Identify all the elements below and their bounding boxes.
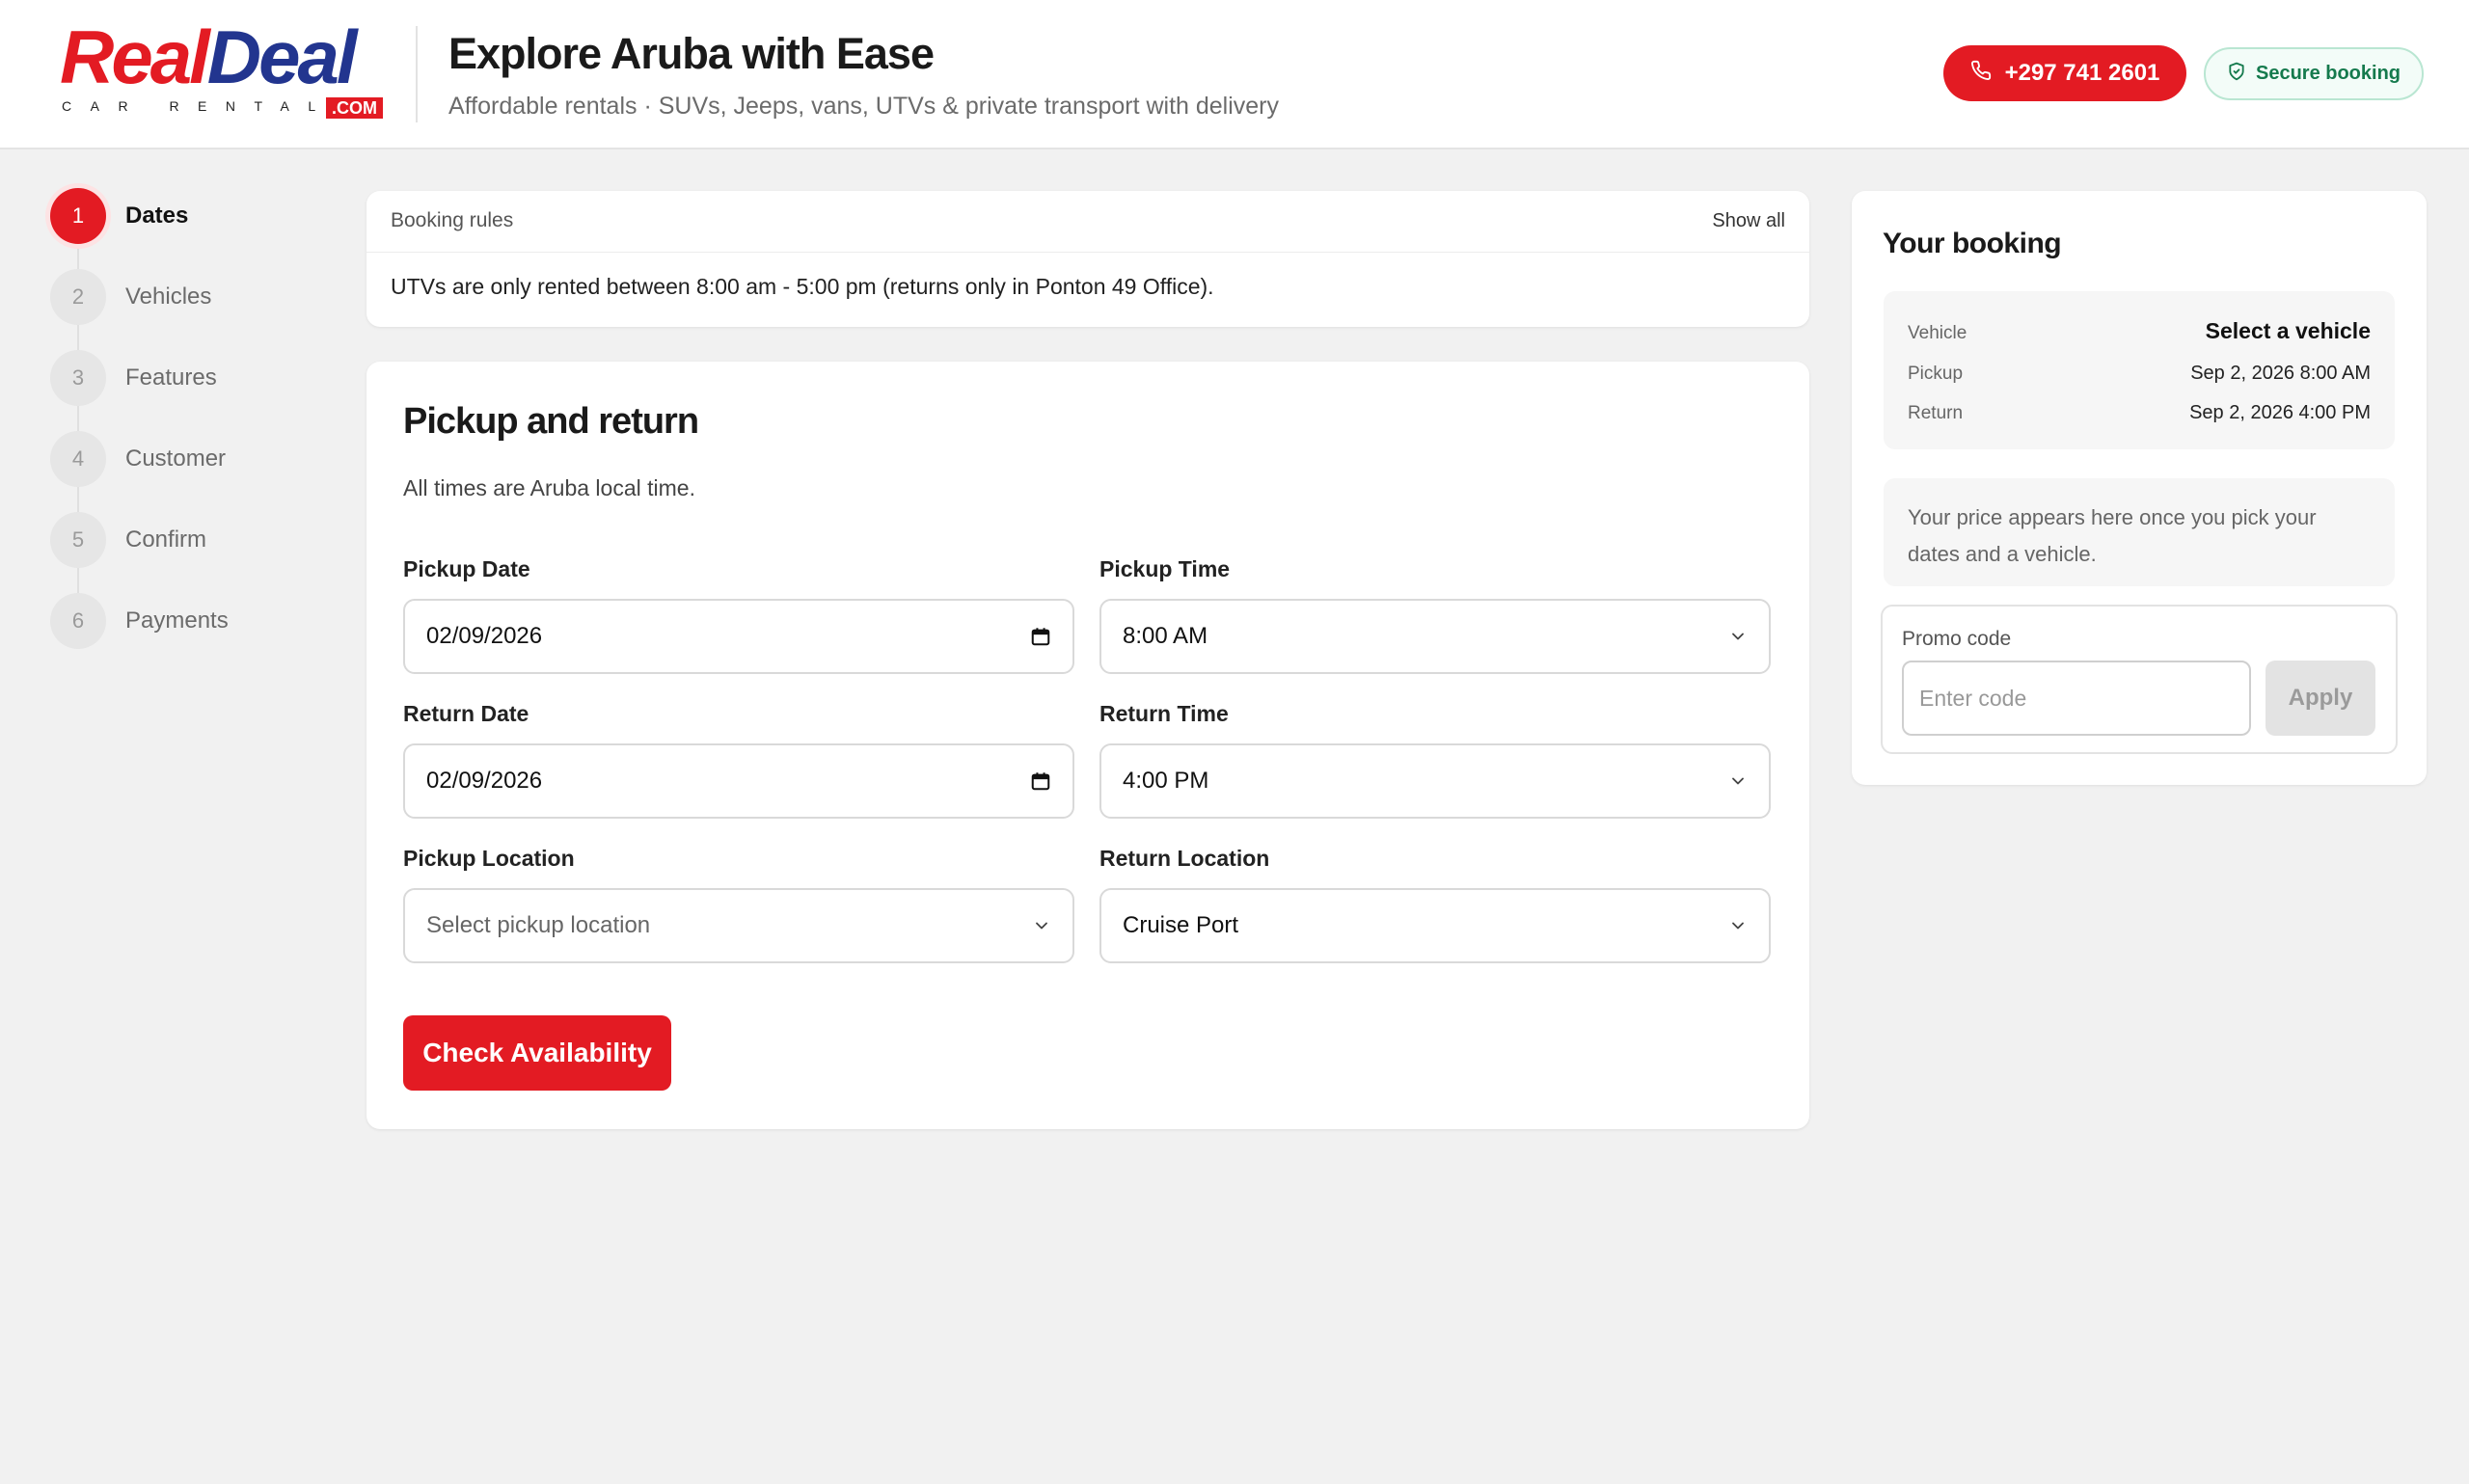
form-title: Pickup and return	[403, 401, 699, 442]
apply-promo-button[interactable]: Apply	[2266, 661, 2375, 736]
logo-com-badge: .COM	[326, 97, 383, 119]
pickup-date-label: Pickup Date	[403, 556, 530, 581]
step-number: 3	[50, 350, 106, 406]
summary-pickup-value: Sep 2, 2026 8:00 AM	[2190, 363, 2371, 384]
return-date-input[interactable]: 02/09/2026	[403, 743, 1074, 819]
phone-number: +297 741 2601	[2004, 60, 2160, 86]
step-vehicles[interactable]: 2 Vehicles	[50, 269, 301, 327]
booking-rule-text: UTVs are only rented between 8:00 am - 5…	[391, 274, 1214, 299]
pickup-time-value: 8:00 AM	[1123, 623, 1208, 649]
return-location-value: Cruise Port	[1123, 912, 1239, 938]
call-phone-button[interactable]: +297 741 2601	[1943, 45, 2186, 101]
summary-key: Vehicle	[1908, 323, 1967, 343]
step-dates[interactable]: 1 Dates	[50, 188, 301, 246]
header-divider	[416, 26, 418, 122]
secure-booking-badge: Secure booking	[2204, 47, 2424, 100]
booking-summary-card: Your booking Vehicle Select a vehicle Pi…	[1852, 191, 2427, 785]
chevron-down-icon	[1728, 771, 1748, 791]
logo-wordmark: RealDeal	[60, 14, 358, 99]
show-all-rules-link[interactable]: Show all	[1712, 210, 1785, 232]
page-title: Explore Aruba with Ease	[448, 29, 935, 78]
pickup-location-placeholder: Select pickup location	[426, 912, 651, 938]
summary-key: Return	[1908, 403, 1964, 423]
step-label: Vehicles	[125, 283, 212, 310]
chevron-down-icon	[1032, 916, 1051, 935]
pickup-date-value: 02/09/2026	[426, 623, 543, 649]
summary-return-value: Sep 2, 2026 4:00 PM	[2189, 402, 2371, 423]
pickup-location-select[interactable]: Select pickup location	[403, 888, 1074, 963]
logo-tagline: CAR RENTAL	[62, 98, 335, 114]
pickup-time-label: Pickup Time	[1099, 556, 1231, 581]
booking-rules-title: Booking rules	[391, 209, 514, 231]
step-label: Dates	[125, 202, 189, 229]
step-number: 5	[50, 512, 106, 568]
step-features[interactable]: 3 Features	[50, 350, 301, 408]
promo-code-label: Promo code	[1902, 628, 2012, 650]
calendar-icon[interactable]	[1030, 770, 1051, 792]
realdeal-logo[interactable]: RealDeal CAR RENTAL .COM	[60, 19, 388, 121]
booking-steps: 1 Dates 2 Vehicles 3 Features 4 Customer…	[50, 188, 301, 651]
chevron-down-icon	[1728, 916, 1748, 935]
step-label: Payments	[125, 607, 229, 634]
timezone-note: All times are Aruba local time.	[403, 475, 695, 500]
promo-code-input[interactable]	[1902, 661, 2251, 736]
return-time-value: 4:00 PM	[1123, 768, 1209, 794]
phone-icon	[1970, 60, 1992, 88]
return-time-label: Return Time	[1099, 701, 1229, 726]
pickup-return-card: Pickup and return All times are Aruba lo…	[366, 362, 1809, 1129]
return-location-label: Return Location	[1099, 846, 1270, 871]
site-header: RealDeal CAR RENTAL .COM Explore Aruba w…	[0, 0, 2469, 149]
step-label: Customer	[125, 445, 227, 472]
step-label: Features	[125, 364, 217, 391]
booking-rules-card: Booking rules Show all UTVs are only ren…	[366, 191, 1809, 327]
return-date-label: Return Date	[403, 701, 529, 726]
pickup-time-select[interactable]: 8:00 AM	[1099, 599, 1771, 674]
promo-code-section: Promo code Apply	[1881, 605, 2398, 754]
booking-rules-header: Booking rules Show all	[366, 191, 1809, 253]
shield-check-icon	[2227, 62, 2246, 87]
step-number: 1	[50, 188, 106, 244]
step-label: Confirm	[125, 526, 207, 553]
summary-row-pickup: Pickup Sep 2, 2026 8:00 AM	[1908, 363, 2371, 385]
pickup-location-label: Pickup Location	[403, 846, 575, 871]
step-number: 6	[50, 593, 106, 649]
pickup-date-input[interactable]: 02/09/2026	[403, 599, 1074, 674]
check-availability-button[interactable]: Check Availability	[403, 1015, 671, 1091]
summary-title: Your booking	[1883, 228, 2062, 259]
return-date-value: 02/09/2026	[426, 768, 543, 794]
step-customer[interactable]: 4 Customer	[50, 431, 301, 489]
summary-row-return: Return Sep 2, 2026 4:00 PM	[1908, 402, 2371, 424]
summary-row-vehicle: Vehicle Select a vehicle	[1908, 318, 2371, 344]
step-payments[interactable]: 6 Payments	[50, 593, 301, 651]
price-placeholder-note: Your price appears here once you pick yo…	[1884, 478, 2395, 586]
step-number: 2	[50, 269, 106, 325]
summary-key: Pickup	[1908, 364, 1964, 384]
step-confirm[interactable]: 5 Confirm	[50, 512, 301, 570]
page-subtitle: Affordable rentals · SUVs, Jeeps, vans, …	[448, 93, 1280, 120]
summary-vehicle-value: Select a vehicle	[2205, 318, 2371, 343]
booking-details: Vehicle Select a vehicle Pickup Sep 2, 2…	[1884, 291, 2395, 449]
step-number: 4	[50, 431, 106, 487]
chevron-down-icon	[1728, 627, 1748, 646]
return-location-select[interactable]: Cruise Port	[1099, 888, 1771, 963]
calendar-icon[interactable]	[1030, 626, 1051, 647]
secure-booking-label: Secure booking	[2255, 63, 2401, 84]
return-time-select[interactable]: 4:00 PM	[1099, 743, 1771, 819]
